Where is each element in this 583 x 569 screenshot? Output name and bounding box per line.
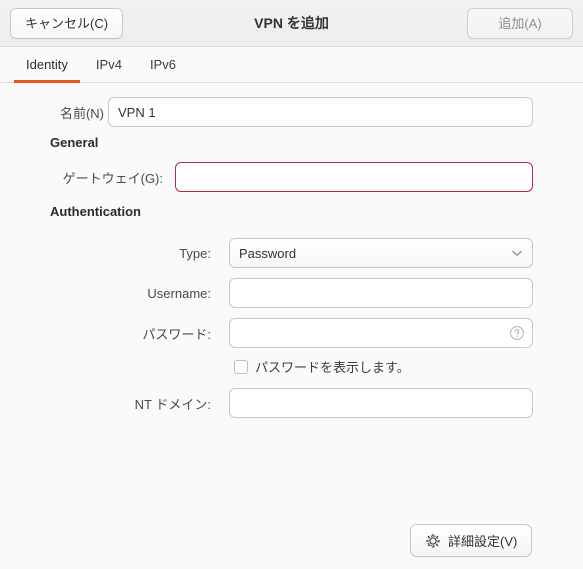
tab-ipv6-label: IPv6 bbox=[149, 57, 176, 72]
password-label: パスワード: bbox=[142, 326, 211, 342]
checkbox-box-icon[interactable] bbox=[234, 359, 248, 374]
show-password-label: パスワードを表示します。 bbox=[255, 360, 410, 375]
password-row: パスワード: bbox=[0, 318, 533, 348]
header-bar: キャンセル(C) VPN を追加 追加(A) bbox=[0, 0, 583, 47]
help-circle-icon[interactable] bbox=[509, 325, 525, 341]
authentication-section-heading: Authentication bbox=[50, 204, 141, 219]
gateway-row: ゲートウェイ(G): bbox=[0, 162, 533, 192]
tab-ipv6[interactable]: IPv6 bbox=[136, 47, 190, 82]
nt-domain-label: NT ドメイン: bbox=[134, 396, 211, 412]
cancel-button[interactable]: キャンセル(C) bbox=[10, 7, 124, 39]
name-input-value: VPN 1 bbox=[118, 104, 156, 120]
nt-domain-input[interactable] bbox=[229, 388, 533, 418]
tab-identity[interactable]: Identity bbox=[12, 47, 82, 83]
username-label: Username: bbox=[147, 285, 211, 301]
tab-bar: Identity IPv4 IPv6 bbox=[0, 47, 583, 83]
password-input[interactable] bbox=[229, 318, 533, 348]
chevron-down-icon bbox=[511, 247, 523, 259]
tab-ipv4-label: IPv4 bbox=[95, 57, 122, 72]
advanced-settings-button[interactable]: 詳細設定(V) bbox=[410, 524, 533, 557]
nt-domain-row: NT ドメイン: bbox=[0, 388, 533, 418]
gateway-input[interactable] bbox=[175, 162, 533, 192]
advanced-settings-label: 詳細設定(V) bbox=[448, 534, 518, 549]
gateway-label: ゲートウェイ(G): bbox=[62, 170, 163, 186]
tab-ipv4[interactable]: IPv4 bbox=[82, 47, 136, 82]
type-select[interactable]: Password bbox=[229, 238, 533, 268]
type-label: Type: bbox=[179, 245, 211, 261]
tab-identity-label: Identity bbox=[26, 57, 68, 72]
name-input[interactable]: VPN 1 bbox=[108, 97, 533, 127]
username-input[interactable] bbox=[229, 278, 533, 308]
type-row: Type: Password bbox=[0, 238, 533, 268]
gear-icon bbox=[425, 533, 441, 549]
username-row: Username: bbox=[0, 278, 533, 308]
add-button[interactable]: 追加(A) bbox=[467, 7, 573, 39]
identity-panel: 名前(N) VPN 1 General ゲートウェイ(G): Authentic… bbox=[0, 83, 583, 568]
show-password-checkbox[interactable]: パスワードを表示します。 bbox=[234, 357, 410, 376]
type-select-value: Password bbox=[239, 245, 297, 261]
general-section-heading: General bbox=[50, 135, 99, 150]
name-row: 名前(N) VPN 1 bbox=[0, 97, 533, 127]
name-label: 名前(N) bbox=[59, 105, 104, 121]
